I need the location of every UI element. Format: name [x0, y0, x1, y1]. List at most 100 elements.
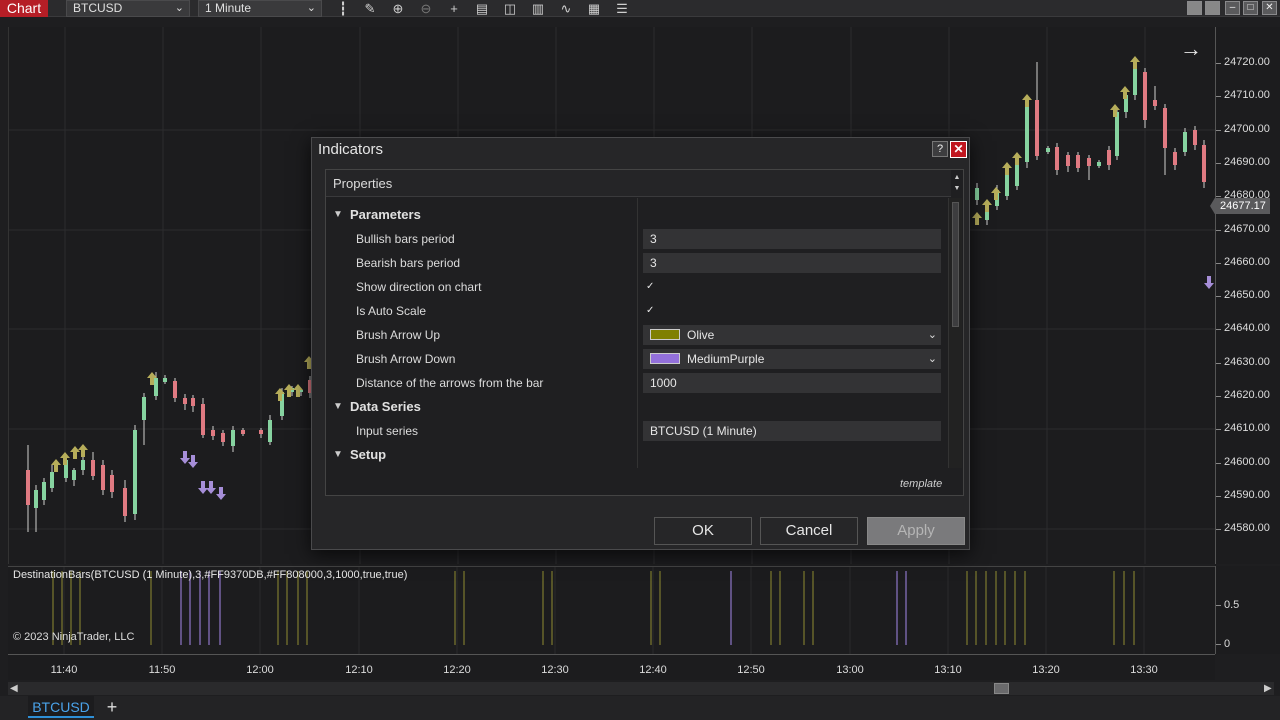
add-tab-button[interactable]: + — [100, 696, 124, 718]
indicators-dialog: Indicators ? ✕ Properties ▲ ▼ ▼ Parameter… — [311, 137, 970, 550]
more-icon[interactable]: ☰ — [612, 0, 632, 17]
indicator-axis-label: 0.5 — [1224, 599, 1240, 611]
properties-icon[interactable]: ▥ — [528, 0, 548, 17]
auto-scale-checkbox[interactable]: ✓ — [646, 306, 656, 316]
time-label: 13:00 — [836, 664, 864, 676]
arrow-down-marker — [206, 481, 216, 494]
brush-arrow-down-select[interactable]: MediumPurple ⌄ — [643, 349, 941, 369]
arrow-up-marker — [982, 199, 992, 212]
interval-value: 1 Minute — [205, 1, 252, 15]
snapshot-icon[interactable]: ▦ — [584, 0, 604, 17]
brush-down-value: MediumPurple — [687, 352, 765, 366]
properties-scroll-thumb[interactable] — [952, 202, 959, 327]
strategies-icon[interactable]: ∿ — [556, 0, 576, 17]
candle-body — [26, 470, 30, 505]
arrow-distance-input[interactable]: 1000 — [643, 373, 941, 393]
param-label: Brush Arrow Up — [356, 328, 441, 342]
candle-body — [123, 488, 127, 516]
interval-selector[interactable]: 1 Minute ⌄ — [198, 0, 322, 17]
last-price-marker: 24677.17 — [1210, 198, 1270, 214]
param-input-series: Input series BTCUSD (1 Minute) — [326, 420, 946, 442]
section-parameters[interactable]: ▼ Parameters — [326, 204, 946, 226]
window-link-icon[interactable] — [1205, 1, 1220, 15]
time-label: 13:20 — [1032, 664, 1060, 676]
param-label: Brush Arrow Down — [356, 352, 456, 366]
candle-body — [1163, 108, 1167, 148]
time-label: 13:10 — [934, 664, 962, 676]
chevron-down-icon: ⌄ — [306, 2, 316, 14]
candle-body — [163, 378, 167, 382]
properties-header-scroll[interactable]: ▲ ▼ — [951, 170, 963, 197]
chevron-down-icon: ⌄ — [174, 2, 184, 14]
apply-button[interactable]: Apply — [867, 517, 965, 545]
zoom-out-icon[interactable]: ⊖ — [416, 0, 436, 17]
window-close-icon[interactable]: ✕ — [1262, 1, 1277, 15]
candle-body — [1115, 112, 1119, 156]
candle-body — [183, 398, 187, 404]
maximize-icon[interactable]: □ — [1243, 1, 1258, 15]
indicator-axis[interactable]: 0.5 0 — [1215, 566, 1280, 654]
section-setup[interactable]: ▼ Setup — [326, 444, 946, 466]
price-label: 24660.00 — [1224, 256, 1270, 268]
chevron-down-icon: ⌄ — [927, 353, 937, 365]
param-bullish-bars-period: Bullish bars period 3 — [326, 228, 946, 250]
price-label: 24640.00 — [1224, 322, 1270, 334]
bullish-bars-period-input[interactable]: 3 — [643, 229, 941, 249]
properties-header: Properties — [326, 170, 951, 197]
candle-body — [142, 397, 146, 420]
window-pin-icon[interactable] — [1187, 1, 1202, 15]
ok-button[interactable]: OK — [654, 517, 752, 545]
price-label: 24710.00 — [1224, 89, 1270, 101]
scroll-thumb[interactable] — [994, 683, 1009, 694]
candle-body — [91, 460, 95, 476]
time-axis[interactable]: 11:40 11:50 12:00 12:10 12:20 12:30 12:4… — [8, 654, 1215, 680]
section-label: Parameters — [350, 207, 421, 222]
scroll-to-latest-arrow-icon[interactable]: → — [1180, 36, 1202, 62]
param-brush-arrow-down: Brush Arrow Down MediumPurple ⌄ — [326, 348, 946, 370]
candle-body — [1046, 148, 1050, 152]
time-label: 12:00 — [246, 664, 274, 676]
template-link[interactable]: template — [900, 478, 942, 490]
candle-body — [191, 398, 195, 406]
param-label: Is Auto Scale — [356, 304, 427, 318]
section-data-series[interactable]: ▼ Data Series — [326, 396, 946, 418]
properties-scrollbar[interactable] — [948, 198, 962, 468]
data-box-icon[interactable]: ▤ — [472, 0, 492, 17]
candle-body — [1025, 100, 1029, 162]
scroll-left-icon[interactable]: ◀ — [10, 682, 18, 695]
instrument-selector[interactable]: BTCUSD ⌄ — [66, 0, 190, 17]
zoom-in-icon[interactable]: ⊕ — [388, 0, 408, 17]
scroll-right-icon[interactable]: ▶ — [1264, 682, 1272, 695]
price-label: 24690.00 — [1224, 156, 1270, 168]
bearish-bars-period-input[interactable]: 3 — [643, 253, 941, 273]
candle-body — [34, 490, 38, 508]
show-direction-checkbox[interactable]: ✓ — [646, 282, 656, 292]
candle-body — [50, 472, 54, 488]
chart-trader-icon[interactable]: ◫ — [500, 0, 520, 17]
arrow-up-marker — [972, 212, 982, 225]
minimize-icon[interactable]: – — [1225, 1, 1240, 15]
brush-arrow-up-select[interactable]: Olive ⌄ — [643, 325, 941, 345]
tab-btcusd[interactable]: BTCUSD — [28, 696, 94, 718]
input-series-field[interactable]: BTCUSD (1 Minute) — [643, 421, 941, 441]
price-label: 24650.00 — [1224, 289, 1270, 301]
cancel-button[interactable]: Cancel — [760, 517, 858, 545]
dialog-close-button[interactable]: ✕ — [950, 141, 967, 158]
arrow-up-marker — [991, 187, 1001, 200]
arrow-up-marker — [70, 446, 80, 459]
price-label: 24590.00 — [1224, 489, 1270, 501]
price-axis[interactable]: 24720.00 24710.00 24700.00 24690.00 2468… — [1215, 27, 1280, 564]
horizontal-scrollbar[interactable]: ◀ ▶ — [8, 682, 1274, 695]
param-label: Bearish bars period — [356, 256, 461, 270]
tab-bar: BTCUSD + — [0, 696, 1280, 720]
arrow-down-marker — [198, 481, 208, 494]
param-arrow-distance: Distance of the arrows from the bar 1000 — [326, 372, 946, 394]
price-label: 24600.00 — [1224, 456, 1270, 468]
price-label: 24700.00 — [1224, 123, 1270, 135]
help-button[interactable]: ? — [932, 141, 948, 157]
drawing-pencil-icon[interactable]: ✎ — [360, 0, 380, 17]
arrow-up-marker — [1002, 162, 1012, 175]
chart-menu-button[interactable]: Chart — [0, 0, 48, 17]
bar-type-icon[interactable]: ┇ — [333, 0, 353, 17]
crosshair-icon[interactable]: + — [444, 0, 464, 17]
